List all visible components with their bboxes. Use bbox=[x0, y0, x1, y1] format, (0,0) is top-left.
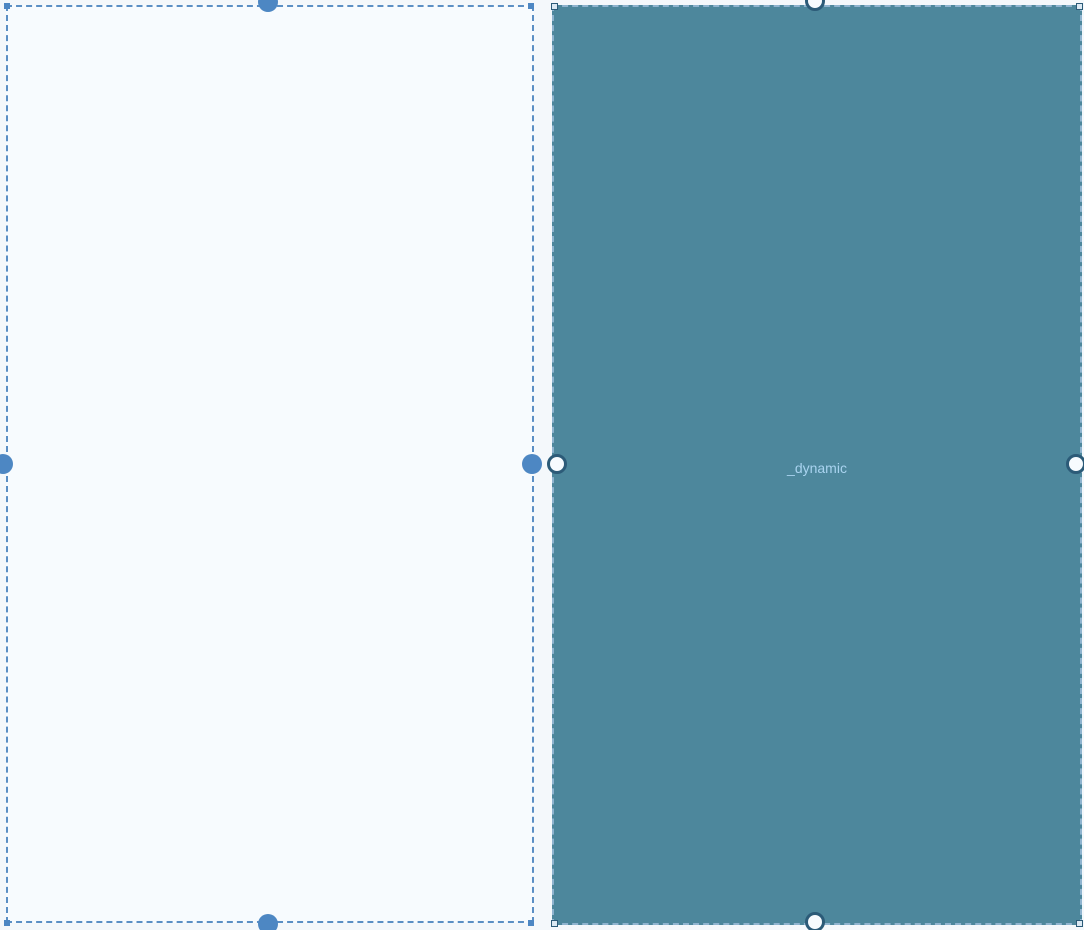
constraint-handle-right[interactable] bbox=[522, 454, 542, 474]
dynamic-corner-top-right[interactable] bbox=[1076, 3, 1083, 10]
view-id-label: _dynamic bbox=[787, 460, 847, 476]
resize-corner-top-right[interactable] bbox=[528, 3, 534, 9]
left-view-container[interactable] bbox=[6, 5, 534, 923]
dynamic-handle-bottom[interactable] bbox=[805, 912, 825, 930]
layout-canvas: _dynamic bbox=[0, 0, 1084, 930]
dynamic-corner-bottom-right[interactable] bbox=[1076, 920, 1083, 927]
dynamic-view-container[interactable]: _dynamic bbox=[552, 5, 1082, 925]
dynamic-corner-top-left[interactable] bbox=[551, 3, 558, 10]
resize-corner-bottom-right[interactable] bbox=[528, 920, 534, 926]
dynamic-handle-left[interactable] bbox=[547, 454, 567, 474]
resize-corner-top-left[interactable] bbox=[4, 3, 10, 9]
constraint-handle-bottom[interactable] bbox=[258, 914, 278, 930]
dynamic-handle-right[interactable] bbox=[1066, 454, 1084, 474]
resize-corner-bottom-left[interactable] bbox=[4, 920, 10, 926]
dynamic-corner-bottom-left[interactable] bbox=[551, 920, 558, 927]
